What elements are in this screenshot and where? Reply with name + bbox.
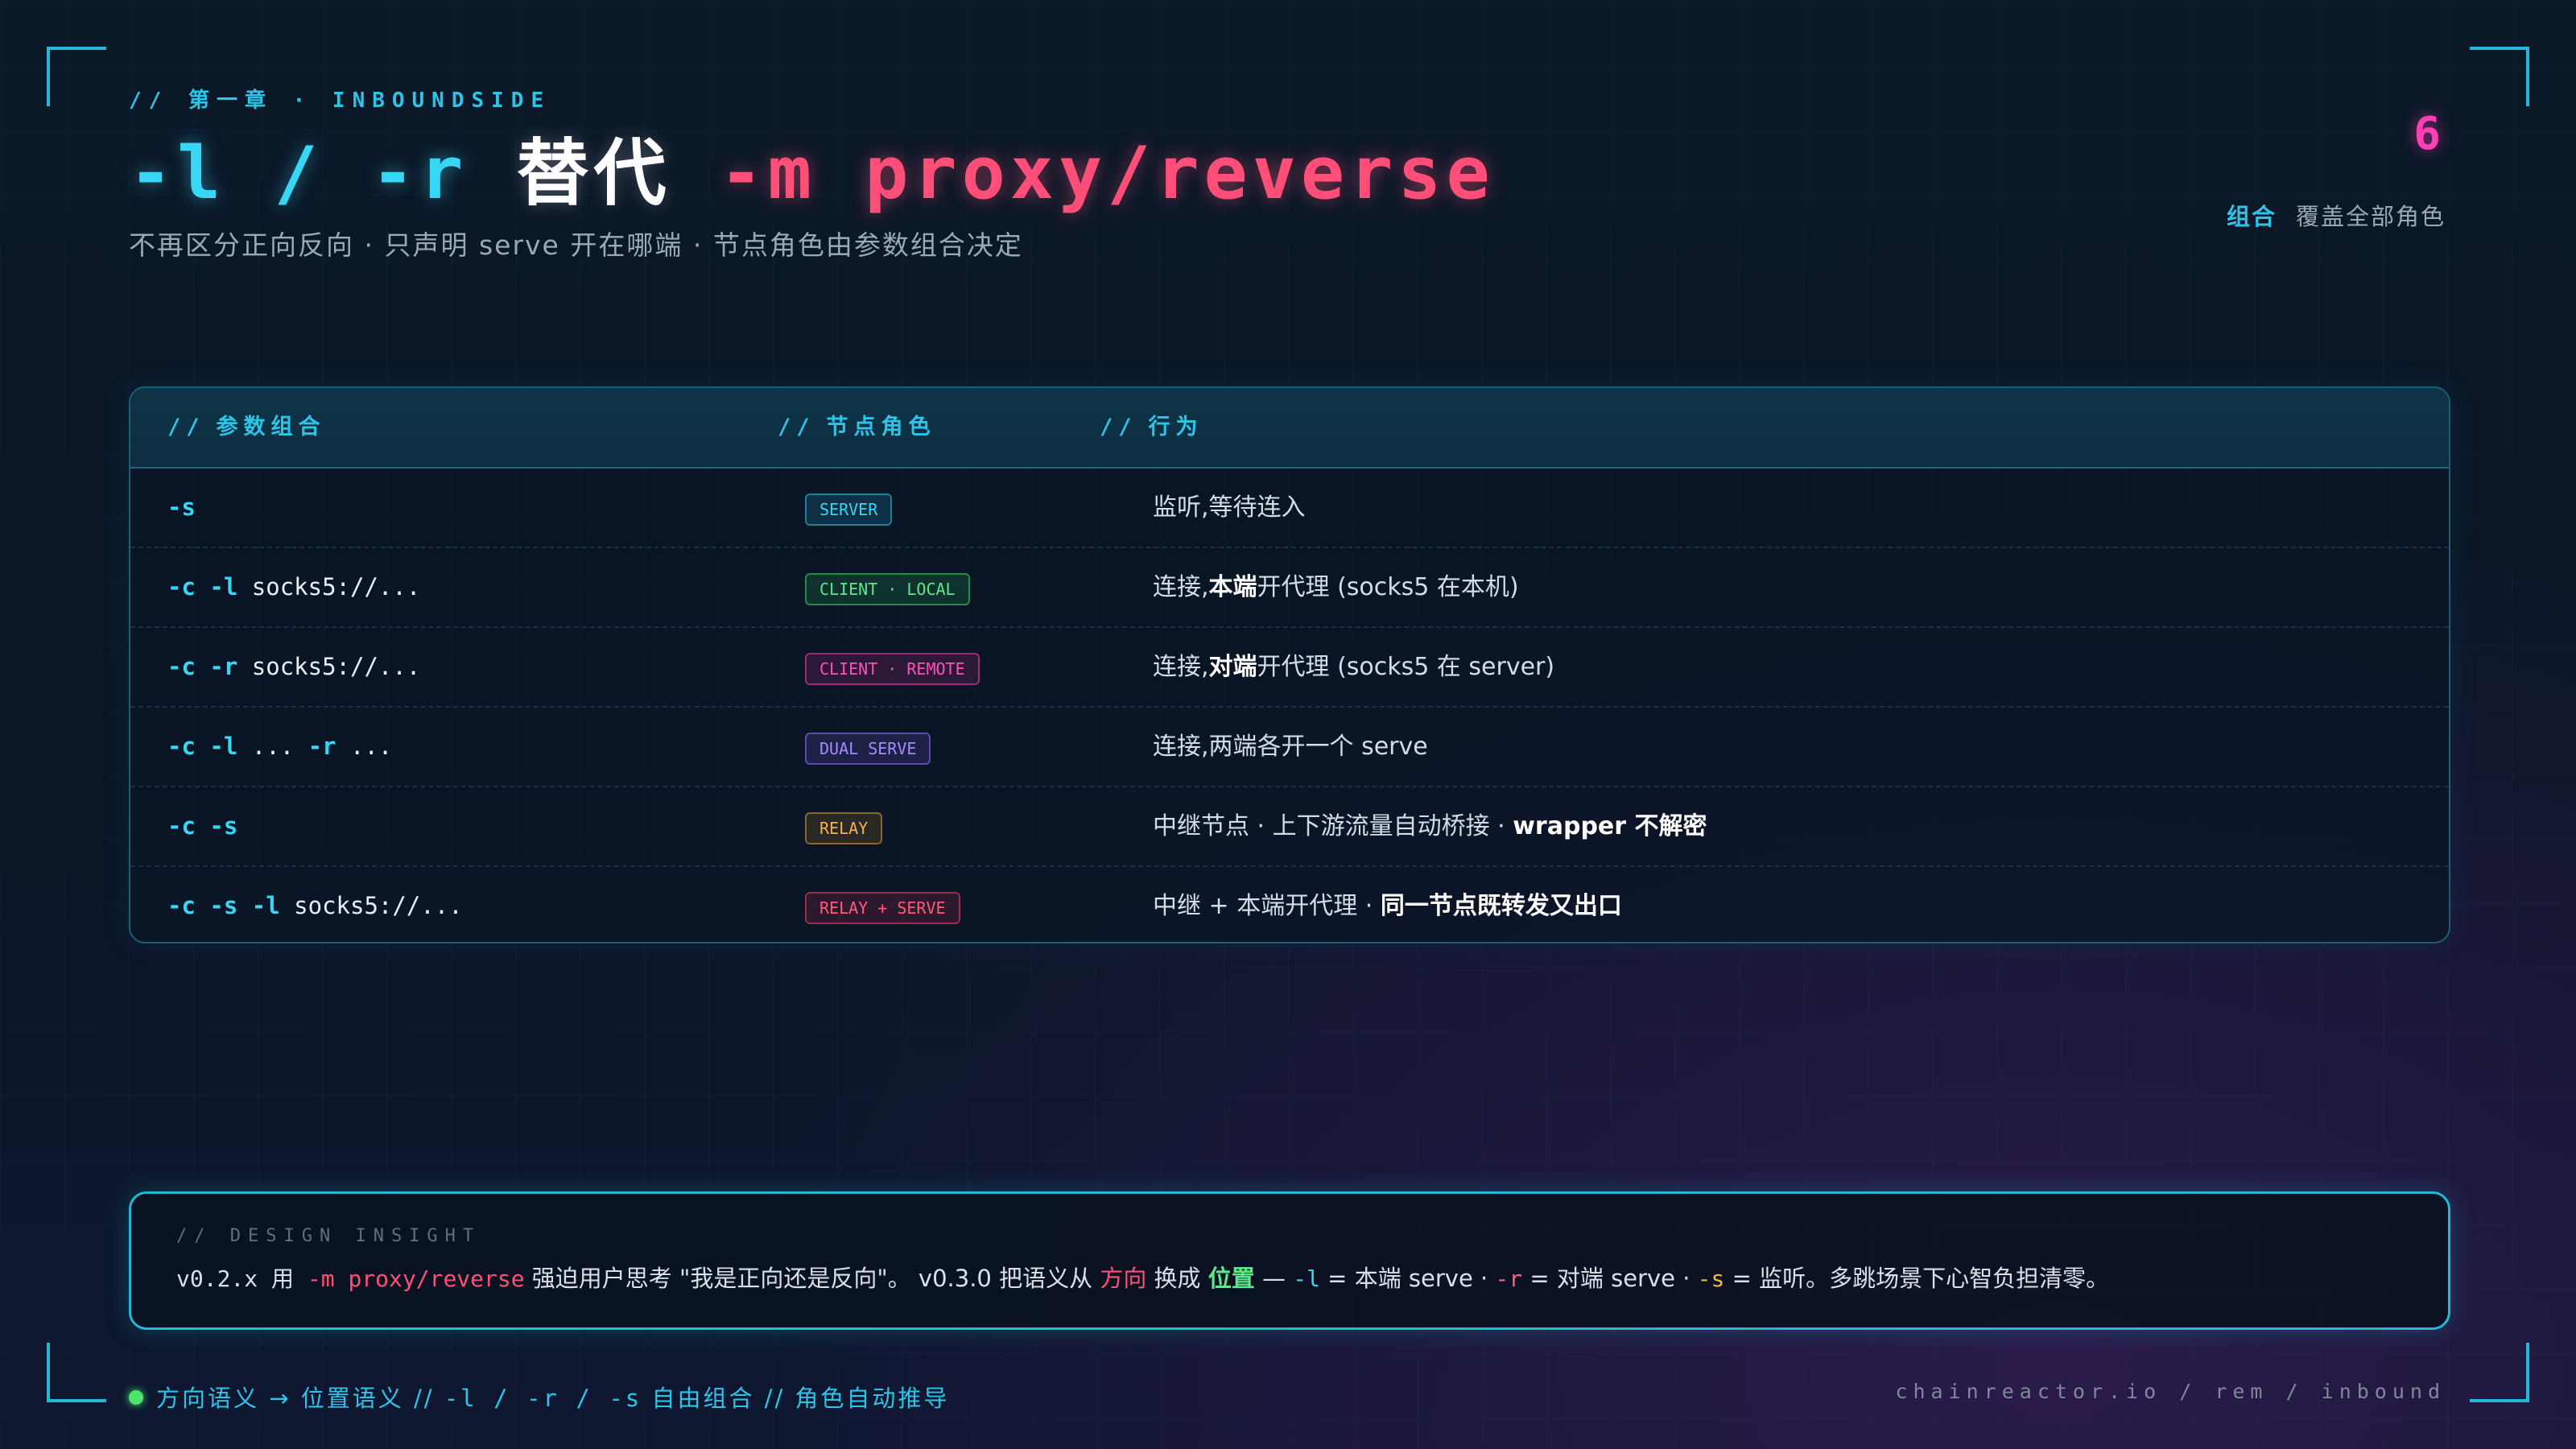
table-row: -c -s RELAY 中继节点 · 上下游流量自动桥接 · wrapper 不解密	[130, 787, 2449, 867]
page-title: -l / -r 替代 -m proxy/reverse	[129, 114, 1495, 219]
page-number: 6	[2413, 108, 2441, 160]
header-node-role: //节点角色	[778, 415, 936, 440]
corner-bracket-icon	[2470, 1343, 2529, 1402]
behavior-text: 连接,两端各开一个 serve	[1153, 733, 1428, 761]
title-flags: -l / -r	[129, 131, 517, 216]
role-badge: SERVER	[805, 493, 893, 526]
corner-bracket-icon	[2470, 47, 2529, 106]
table-header: //参数组合 //节点角色 //行为	[130, 388, 2449, 469]
footer-url: chainreactor.io / rem / inbound	[1895, 1380, 2446, 1403]
table-row: -c -l socks5://... CLIENT · LOCAL 连接,本端开代理…	[130, 548, 2449, 628]
param-combo: -c -s -l socks5://...	[167, 892, 463, 919]
insight-text: v0.2.x 用 -m proxy/reverse 强迫用户思考 "我是正向还是…	[176, 1265, 2110, 1292]
corner-bracket-icon	[47, 47, 106, 106]
role-badge: RELAY	[805, 812, 883, 844]
behavior-text: 连接,对端开代理 (socks5 在 server)	[1153, 653, 1555, 681]
coverage-tag-value: 覆盖全部角色	[2295, 203, 2446, 230]
role-badge: DUAL SERVE	[805, 733, 931, 765]
footer-summary: 方向语义 → 位置语义 // -l / -r / -s 自由组合 // 角色自动…	[129, 1380, 949, 1414]
behavior-text: 连接,本端开代理 (socks5 在本机)	[1153, 573, 1519, 601]
role-badge: CLIENT · LOCAL	[805, 573, 970, 605]
param-combo: -c -l ... -r ...	[167, 733, 393, 760]
footer-summary-flags: -l / -r / -s	[444, 1385, 642, 1412]
table-row: -c -r socks5://... CLIENT · REMOTE 连接,对端开代…	[130, 628, 2449, 708]
insight-label: // DESIGN INSIGHT	[176, 1226, 481, 1246]
design-insight-panel: // DESIGN INSIGHT v0.2.x 用 -m proxy/reve…	[129, 1191, 2450, 1330]
coverage-tag: 组合 覆盖全部角色	[2227, 198, 2446, 232]
table-row: -c -l ... -r ... DUAL SERVE 连接,两端各开一个 serv…	[130, 708, 2449, 787]
role-badge: CLIENT · REMOTE	[805, 653, 980, 685]
page-subtitle: 不再区分正向反向 · 只声明 serve 开在哪端 · 节点角色由参数组合决定	[129, 229, 1023, 261]
behavior-text: 中继节点 · 上下游流量自动桥接 · wrapper 不解密	[1153, 812, 1707, 840]
table-row: -c -s -l socks5://... RELAY + SERVE 中继 + 本…	[130, 867, 2449, 942]
footer-summary-c: 自由组合 // 角色自动推导	[642, 1385, 950, 1412]
coverage-tag-key: 组合	[2226, 203, 2277, 230]
header-param-combo: //参数组合	[167, 415, 326, 440]
param-combo: -s	[167, 493, 196, 521]
behavior-text: 监听,等待连入	[1153, 493, 1306, 522]
header-behavior: //行为	[1100, 415, 1203, 440]
role-badge: RELAY + SERVE	[805, 892, 960, 924]
title-old-flag: -m proxy/reverse	[671, 131, 1495, 216]
corner-bracket-icon	[47, 1343, 106, 1402]
status-dot-icon	[129, 1390, 143, 1405]
footer-summary-a: 方向语义 → 位置语义 //	[156, 1385, 444, 1412]
behavior-text: 中继 + 本端开代理 · 同一节点既转发又出口	[1153, 892, 1622, 920]
param-combo: -c -l socks5://...	[167, 573, 421, 601]
role-table: //参数组合 //节点角色 //行为 -s SERVER 监听,等待连入 -c -l …	[129, 386, 2450, 943]
param-combo: -c -s	[167, 812, 238, 840]
chapter-label: // 第一章 · INBOUNDSIDE	[129, 89, 551, 113]
table-row: -s SERVER 监听,等待连入	[130, 469, 2449, 548]
title-replace: 替代	[516, 131, 671, 216]
param-combo: -c -r socks5://...	[167, 653, 421, 680]
table-body: -s SERVER 监听,等待连入 -c -l socks5://... CLIENT …	[130, 469, 2449, 942]
